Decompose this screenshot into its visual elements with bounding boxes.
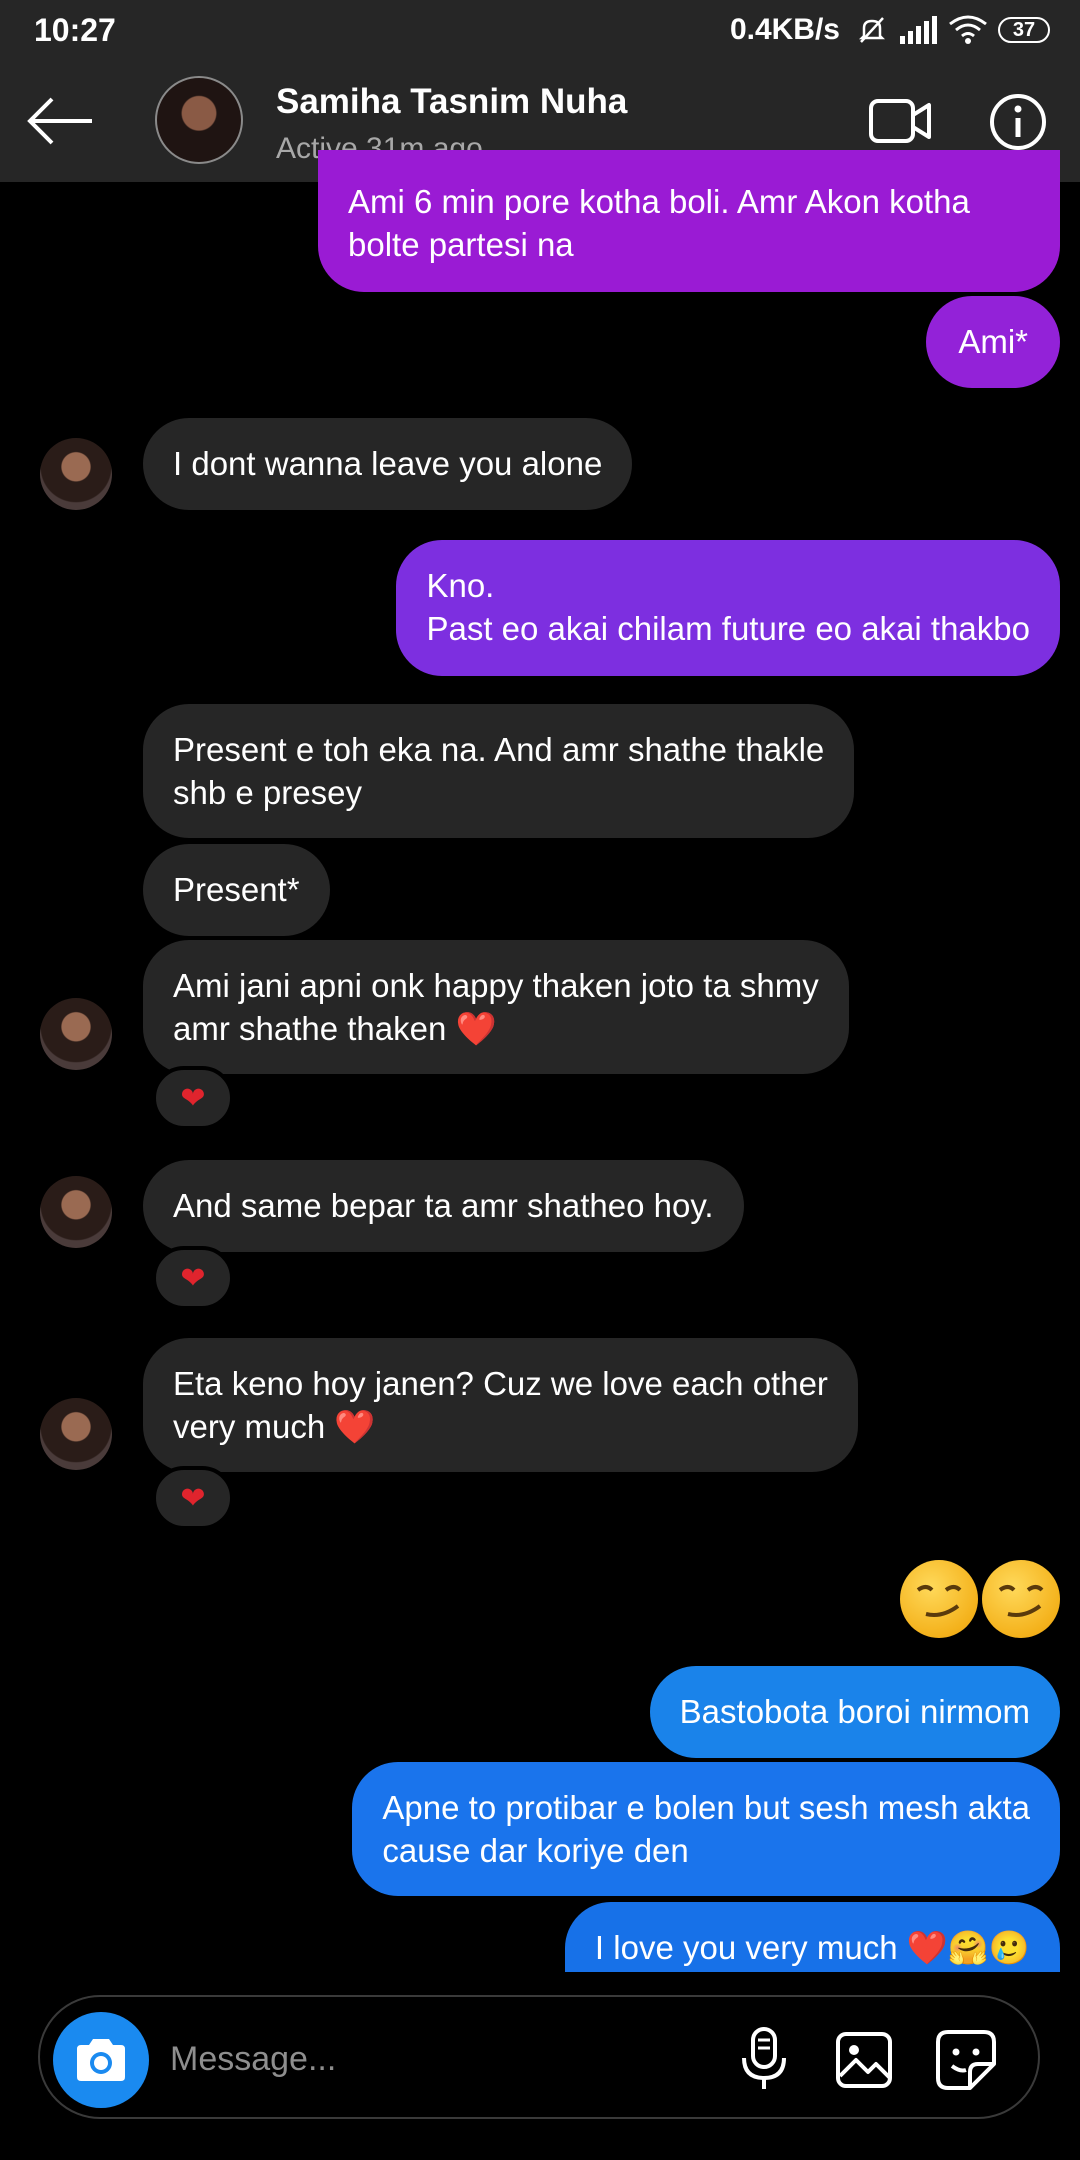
- message-incoming[interactable]: And same bepar ta amr shatheo hoy.: [143, 1160, 744, 1252]
- message-text: Bastobota boroi nirmom: [679, 1693, 1030, 1730]
- sender-avatar[interactable]: [40, 998, 112, 1070]
- video-call-icon[interactable]: [868, 98, 932, 144]
- camera-icon: [77, 2039, 125, 2081]
- message-text: I love you very much: [594, 1929, 898, 1966]
- message-outgoing[interactable]: Ami 6 min pore kotha boli. Amr Akon koth…: [318, 150, 1060, 292]
- message-text: Eta keno hoy janen? Cuz we love each oth…: [173, 1365, 828, 1402]
- emoji-text: ❤️🤗🥲: [906, 1929, 1030, 1966]
- network-speed: 0.4KB/s: [729, 13, 840, 46]
- back-arrow-icon[interactable]: [26, 96, 96, 146]
- message-text: Past eo akai chilam future eo akai thakb…: [426, 610, 1030, 647]
- heart-emoji: ❤️: [455, 1010, 497, 1047]
- message-outgoing[interactable]: Kno. Past eo akai chilam future eo akai …: [396, 540, 1060, 676]
- signal-icon: [900, 16, 937, 44]
- sender-avatar[interactable]: [40, 1176, 112, 1248]
- wifi-icon: [949, 15, 987, 44]
- message-input[interactable]: [170, 2028, 690, 2090]
- info-icon[interactable]: [988, 92, 1048, 152]
- battery-icon: 37: [998, 17, 1050, 43]
- mute-icon: [858, 17, 886, 43]
- status-time: 10:27: [34, 12, 116, 48]
- sender-avatar[interactable]: [40, 438, 112, 510]
- message-incoming[interactable]: I dont wanna leave you alone: [143, 418, 633, 510]
- message-incoming[interactable]: Ami jani apni onk happy thaken joto ta s…: [143, 940, 849, 1074]
- sender-avatar[interactable]: [40, 1398, 112, 1470]
- microphone-icon[interactable]: [736, 2026, 792, 2092]
- camera-button[interactable]: [53, 2012, 149, 2108]
- message-text: I dont wanna leave you alone: [173, 445, 603, 482]
- smirking-face-icon: [900, 1560, 978, 1638]
- smirking-face-icon: [982, 1560, 1060, 1638]
- heart-reaction[interactable]: ❤: [152, 1466, 234, 1530]
- message-text: very much: [173, 1408, 326, 1445]
- message-text: Present e toh eka na. And amr shathe tha…: [173, 731, 825, 768]
- message-text: cause dar koriye den: [382, 1832, 689, 1869]
- heart-emoji: ❤️: [334, 1408, 376, 1445]
- message-outgoing[interactable]: Bastobota boroi nirmom: [649, 1666, 1060, 1758]
- message-text: Apne to protibar e bolen but sesh mesh a…: [382, 1789, 1030, 1826]
- heart-reaction[interactable]: ❤: [152, 1246, 234, 1310]
- message-incoming[interactable]: Eta keno hoy janen? Cuz we love each oth…: [143, 1338, 858, 1472]
- message-outgoing[interactable]: Apne to protibar e bolen but sesh mesh a…: [352, 1762, 1060, 1896]
- message-text: Ami 6 min pore kotha boli. Amr Akon koth…: [348, 183, 970, 220]
- status-icons: 0.4KB/s 37: [730, 10, 1050, 50]
- message-text: Present*: [173, 871, 300, 908]
- gallery-icon[interactable]: [834, 2030, 894, 2090]
- message-text: Kno.: [426, 567, 495, 604]
- sticker-icon[interactable]: [934, 2028, 998, 2092]
- message-outgoing[interactable]: I love you very much ❤️🤗🥲: [564, 1902, 1060, 1972]
- message-text: And same bepar ta amr shatheo hoy.: [173, 1187, 714, 1224]
- message-outgoing[interactable]: Ami*: [926, 296, 1060, 388]
- heart-reaction[interactable]: ❤: [152, 1066, 234, 1130]
- contact-name[interactable]: Samiha Tasnim Nuha: [276, 82, 627, 122]
- message-text: amr shathe thaken: [173, 1010, 447, 1047]
- message-text: shb e presey: [173, 774, 362, 811]
- message-text: Ami jani apni onk happy thaken joto ta s…: [173, 967, 819, 1004]
- message-text: Ami*: [958, 323, 1028, 360]
- message-incoming[interactable]: Present e toh eka na. And amr shathe tha…: [143, 704, 855, 838]
- message-text: bolte partesi na: [348, 226, 574, 263]
- message-incoming[interactable]: Present*: [143, 844, 330, 936]
- contact-avatar[interactable]: [155, 76, 243, 164]
